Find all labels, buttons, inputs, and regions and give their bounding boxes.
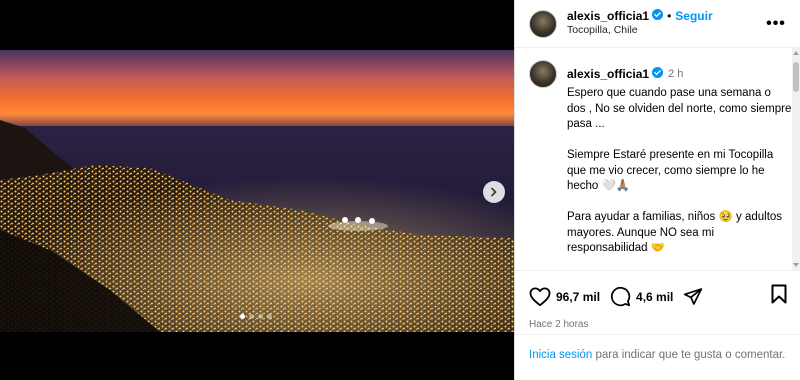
verified-badge-icon [652,65,664,83]
scroll-thumb[interactable] [793,62,799,92]
verified-badge-icon [652,8,664,25]
share-button[interactable] [683,287,703,306]
carousel-dot[interactable] [267,314,272,319]
post-age[interactable]: Hace 2 horas [529,319,787,330]
login-prompt: Inicia sesión para indicar que te gusta … [515,334,800,363]
post-time[interactable]: 2 h [668,68,683,80]
scroll-down-icon[interactable] [793,263,799,267]
login-link[interactable]: Inicia sesión [529,349,592,361]
chevron-right-icon [491,187,497,197]
post-side-panel: alexis_officia1 • Seguir Tocopilla, Chil… [514,0,800,380]
login-prompt-text: para indicar que te gusta o comentar. [592,349,786,361]
post-photo [0,50,514,332]
location-link[interactable]: Tocopilla, Chile [567,24,766,38]
action-row: 96,7 mil 4,6 mil [529,284,787,309]
comment-icon [611,286,631,307]
media-area [0,0,514,380]
carousel-dot[interactable] [258,314,263,319]
more-options-icon[interactable]: ••• [766,15,786,33]
separator: • [667,8,672,23]
carousel-dot[interactable] [249,314,254,319]
like-button[interactable]: 96,7 mil [529,286,601,307]
heart-icon [529,286,551,306]
caption-username[interactable]: alexis_officia1 [567,67,649,81]
scroll-up-icon[interactable] [793,51,799,55]
night-city-image [0,50,514,332]
caption-text: Espero que cuando pase una semana o dos … [567,87,792,254]
likes-count: 96,7 mil [556,289,601,304]
next-image-button[interactable] [483,181,505,203]
post-viewer: alexis_officia1 • Seguir Tocopilla, Chil… [0,0,800,380]
username-link[interactable]: alexis_officia1 [567,9,649,25]
bookmark-icon [771,284,787,304]
post-header: alexis_officia1 • Seguir Tocopilla, Chil… [515,0,800,48]
caption-section: alexis_officia1 2 h Espero que cuando pa… [515,48,800,270]
comments-count: 4,6 mil [636,289,674,304]
carousel-dots [240,314,272,319]
header-user-row: alexis_officia1 • Seguir [567,8,766,25]
follow-button[interactable]: Seguir [675,9,712,25]
caption-header: alexis_officia1 2 h [529,60,787,88]
caption-scrollbar[interactable] [792,48,800,270]
avatar[interactable] [529,60,557,88]
save-button[interactable] [771,284,787,309]
carousel-dot[interactable] [240,314,245,319]
share-icon [684,288,703,305]
comment-button[interactable]: 4,6 mil [610,286,673,307]
avatar[interactable] [529,9,557,38]
header-text: alexis_officia1 • Seguir Tocopilla, Chil… [567,8,766,38]
